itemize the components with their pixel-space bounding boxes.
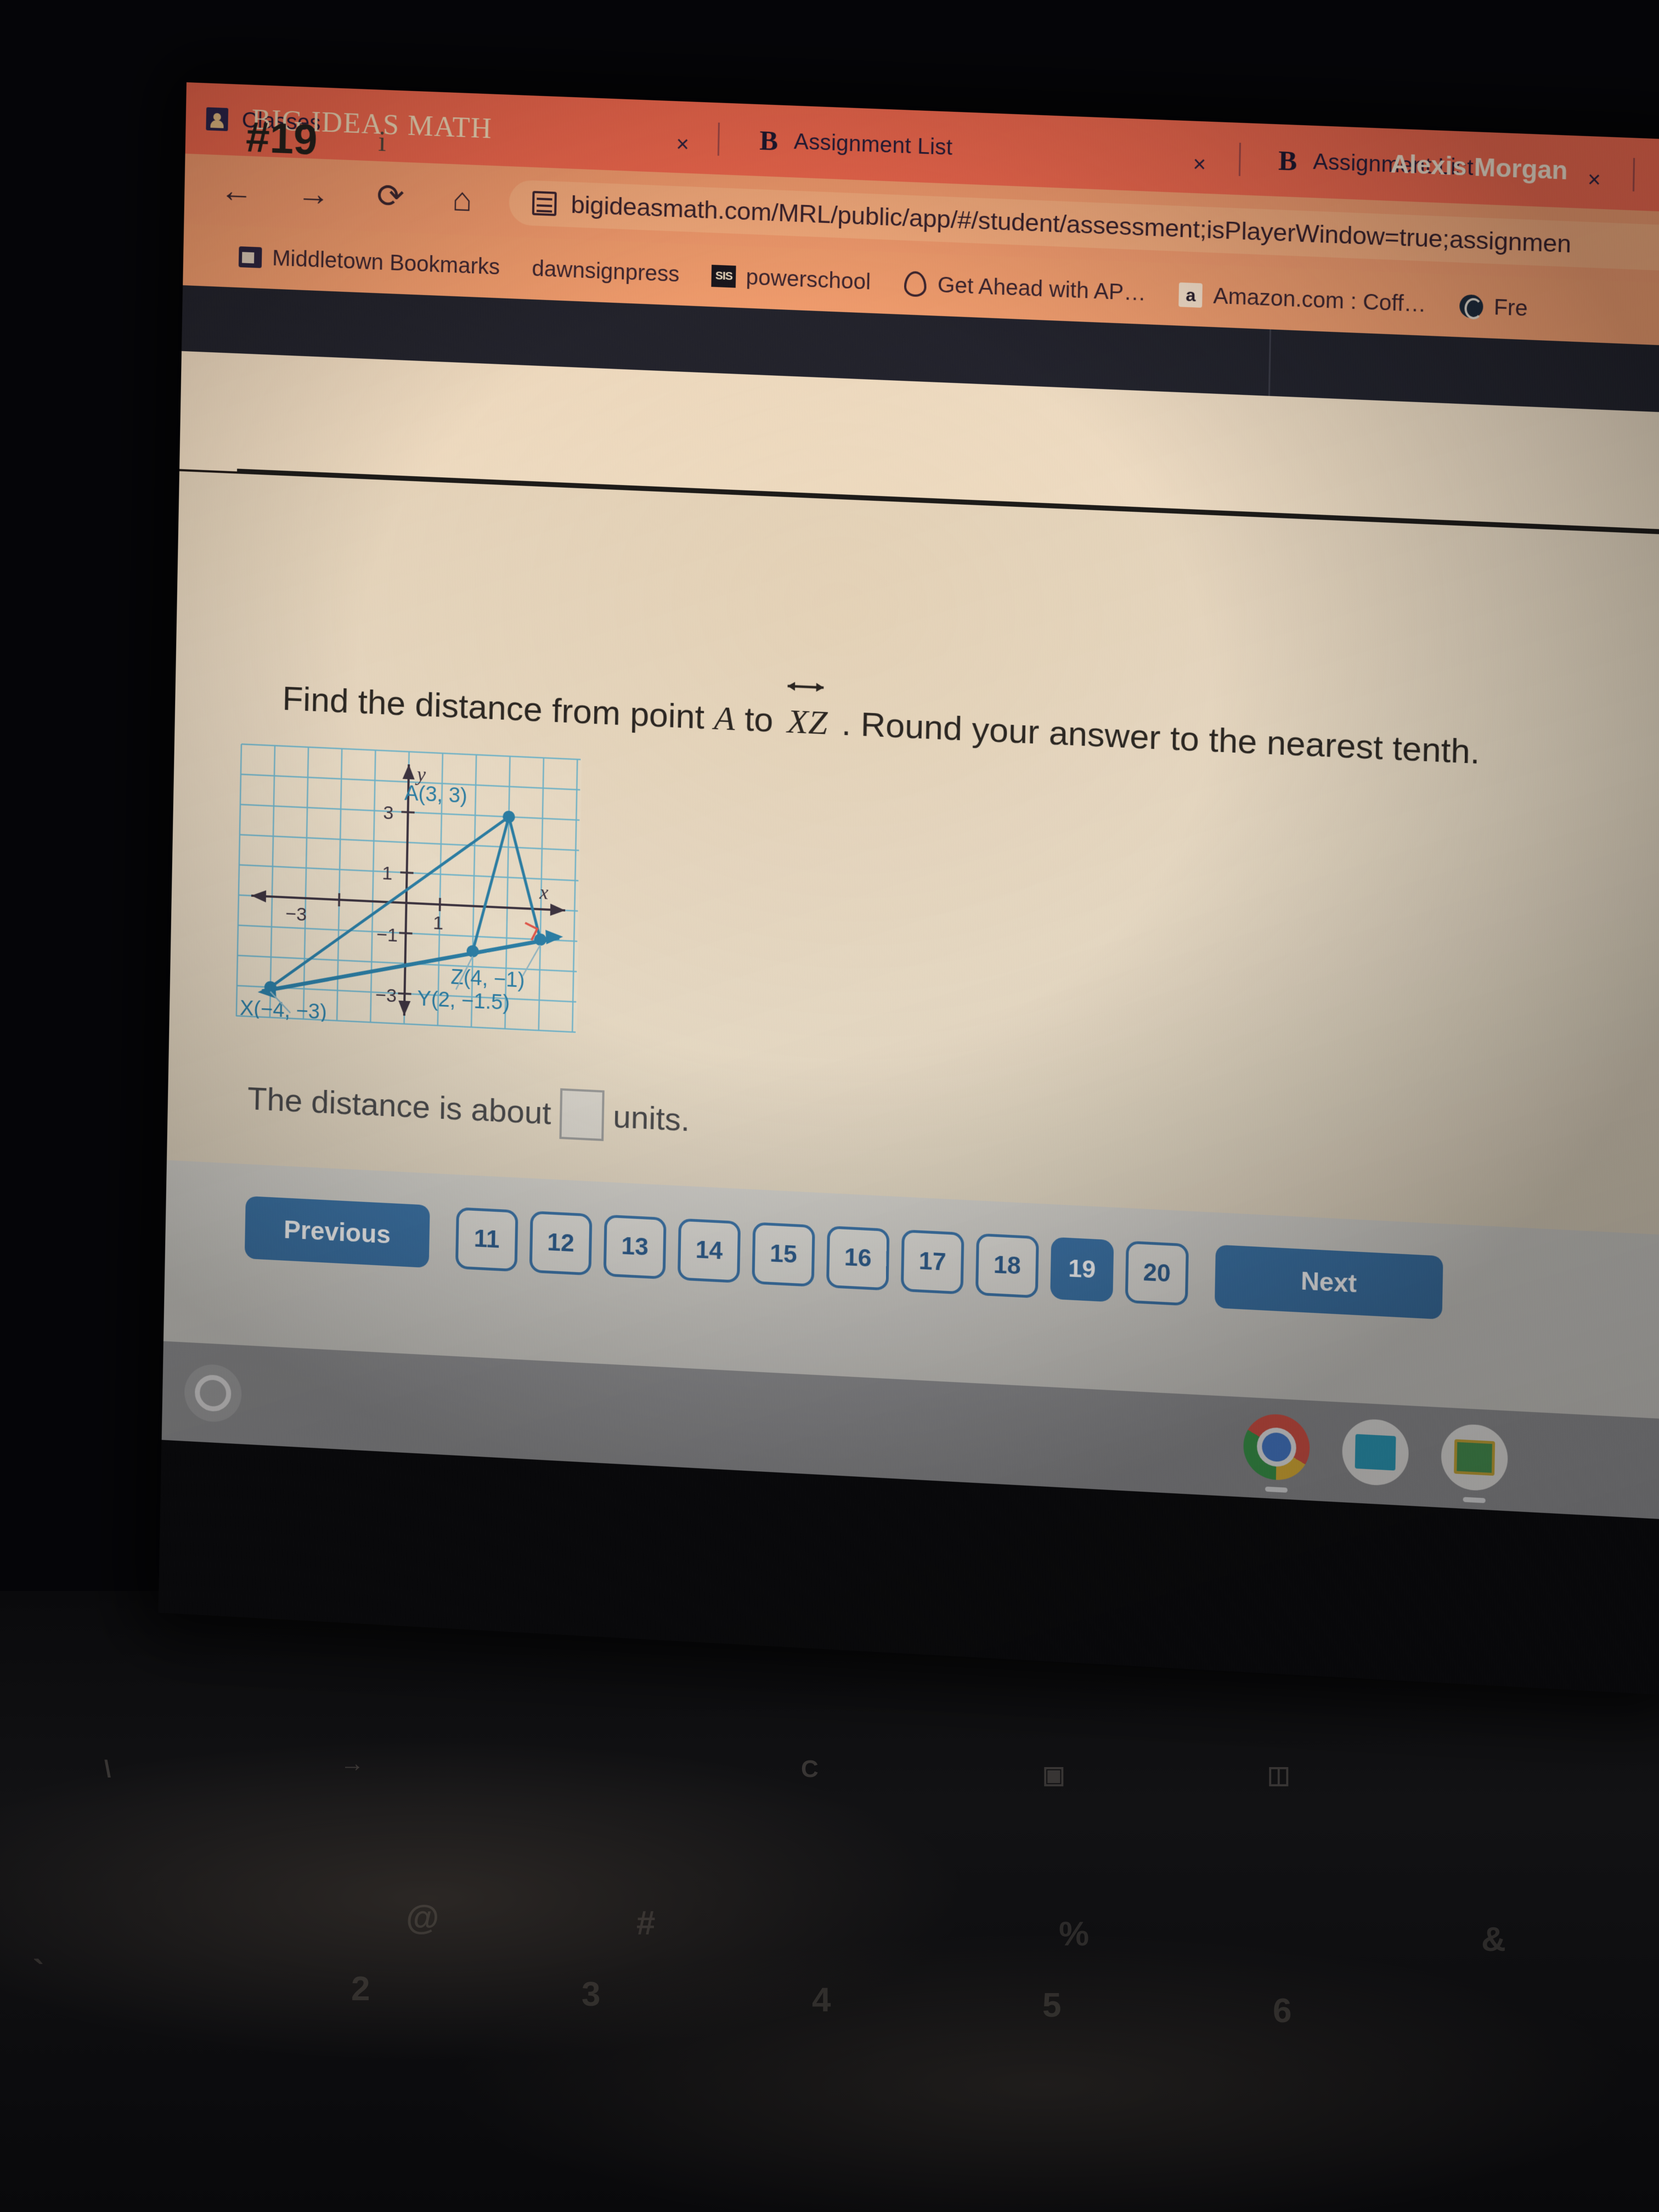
answer-row: The distance is about units. xyxy=(247,1073,690,1146)
tab-divider xyxy=(1239,143,1241,176)
globe-icon xyxy=(1459,294,1484,319)
page-button-15[interactable]: 15 xyxy=(752,1222,815,1286)
page-button-19[interactable]: 19 xyxy=(1050,1237,1114,1302)
ytick-neg3: −3 xyxy=(375,985,397,1007)
tab-close-icon[interactable]: × xyxy=(676,132,689,157)
bookmark-middletown[interactable]: Middletown Bookmarks xyxy=(238,244,500,279)
clever-icon[interactable] xyxy=(1342,1418,1409,1487)
home-icon[interactable]: ⌂ xyxy=(443,179,482,219)
page-button-12[interactable]: 12 xyxy=(529,1211,592,1276)
bookmark-label: Amazon.com : Coff… xyxy=(1213,284,1426,317)
question-suffix: . Round your answer to the nearest tenth… xyxy=(832,704,1480,771)
bookmark-label: Middletown Bookmarks xyxy=(272,246,500,280)
tab-close-icon[interactable]: × xyxy=(1193,152,1206,177)
info-icon[interactable]: i xyxy=(366,126,398,157)
laptop-keyboard: \ → C ▣ ◫ ` 2 3 4 5 6 @ # % & xyxy=(0,1591,1659,2212)
laptop-screen: Classes × B Assignment List × B Assignme… xyxy=(159,82,1659,1695)
answer-suffix: units. xyxy=(613,1098,690,1138)
browser-tab-assignment-list-3[interactable]: B xyxy=(1644,138,1659,215)
launcher-icon[interactable] xyxy=(184,1363,242,1423)
page-button-17[interactable]: 17 xyxy=(901,1229,964,1295)
classes-icon xyxy=(204,106,230,132)
forward-icon[interactable]: → xyxy=(294,173,333,213)
bookmark-label: Get Ahead with AP… xyxy=(937,273,1146,306)
question-line: XZ xyxy=(787,703,828,742)
double-arrow-overbar-icon xyxy=(781,675,831,699)
question-to: to xyxy=(735,699,783,740)
bookmark-label: powerschool xyxy=(746,265,871,295)
page-button-13[interactable]: 13 xyxy=(603,1215,667,1279)
tab-close-icon[interactable]: × xyxy=(1587,167,1601,193)
bigideas-b-icon: B xyxy=(756,127,782,154)
bookmark-label: Fre xyxy=(1493,295,1527,321)
bookmark-label: dawnsignpress xyxy=(532,256,680,287)
x-axis-label: x xyxy=(539,881,549,904)
next-button[interactable]: Next xyxy=(1215,1245,1443,1319)
tab-divider xyxy=(718,122,720,155)
photo-background: \ → C ▣ ◫ ` 2 3 4 5 6 @ # % & Classes × … xyxy=(0,0,1659,2212)
page-button-14[interactable]: 14 xyxy=(678,1218,741,1283)
point-label-Y: Y(2, −1.5) xyxy=(417,987,510,1014)
site-info-icon[interactable] xyxy=(532,191,557,216)
answer-input[interactable] xyxy=(560,1088,605,1141)
bookmark-amazon[interactable]: a Amazon.com : Coff… xyxy=(1178,282,1426,317)
question-point: A xyxy=(714,699,736,738)
chrome-icon[interactable] xyxy=(1243,1413,1310,1482)
bookmark-get-ahead-with-ap[interactable]: Get Ahead with AP… xyxy=(903,271,1147,306)
reload-icon[interactable]: ⟳ xyxy=(371,176,410,216)
point-label-X: X(−4, −3) xyxy=(240,997,327,1024)
xtick-1: 1 xyxy=(433,912,444,934)
ytick-1: 1 xyxy=(382,863,393,884)
page-button-11[interactable]: 11 xyxy=(455,1207,518,1272)
page-title: #19 xyxy=(245,112,318,165)
tab-title: Assignment List xyxy=(794,129,953,160)
answer-prefix: The distance is about xyxy=(247,1080,552,1131)
back-icon[interactable]: ← xyxy=(217,170,256,210)
folder-icon xyxy=(238,245,263,270)
bookmark-free[interactable]: Fre xyxy=(1459,294,1528,321)
page-button-20[interactable]: 20 xyxy=(1125,1241,1189,1306)
classroom-icon[interactable] xyxy=(1441,1423,1508,1492)
acorn-icon xyxy=(903,272,928,297)
sis-icon: SIS xyxy=(712,264,736,289)
ytick-neg1: −1 xyxy=(376,924,398,946)
ytick-3: 3 xyxy=(383,802,394,823)
question-prefix: Find the distance from point xyxy=(282,680,714,737)
page-button-16[interactable]: 16 xyxy=(826,1226,890,1291)
point-label-A: A(3, 3) xyxy=(404,782,467,808)
bookmark-powerschool[interactable]: SIS powerschool xyxy=(712,263,871,295)
page-button-18[interactable]: 18 xyxy=(975,1233,1039,1299)
previous-button[interactable]: Previous xyxy=(245,1196,430,1268)
bigideas-b-icon: B xyxy=(1274,148,1301,174)
bookmark-dawnsignpress[interactable]: dawnsignpress xyxy=(532,256,680,287)
coordinate-graph: y x 3 1 −1 −3 −3 1 A(3, 3) Z(4, −1) Y(2,… xyxy=(235,743,582,1034)
xtick-neg3: −3 xyxy=(285,904,307,926)
amazon-icon: a xyxy=(1178,283,1204,308)
